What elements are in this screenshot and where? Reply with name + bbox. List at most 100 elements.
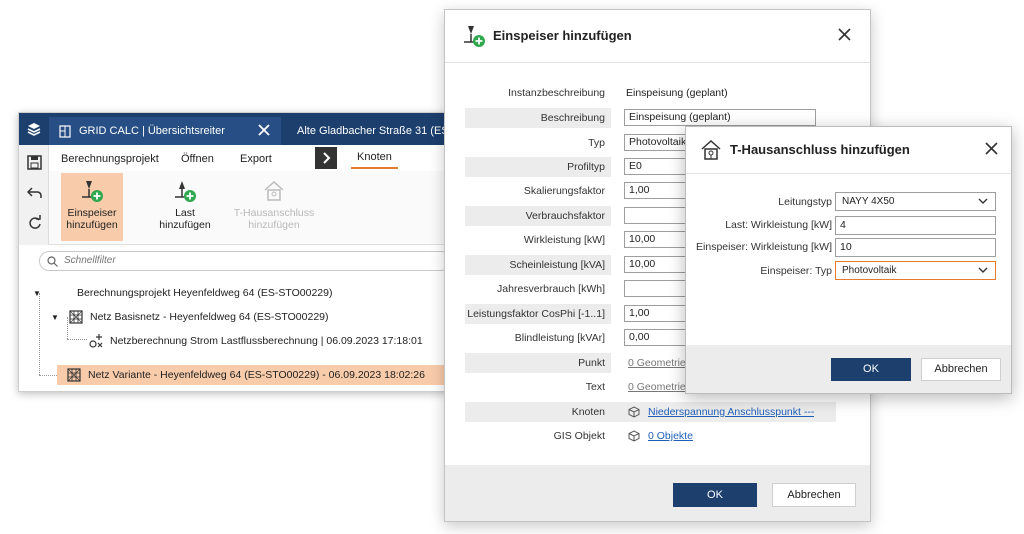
dialog-header: Einspeiser hinzufügen [445,10,870,62]
field-label: Beschreibung [465,108,611,128]
dialog-title: Einspeiser hinzufügen [493,28,632,43]
select-value: NAYY 4X50 [842,196,895,207]
chevron-down-icon [978,267,988,273]
app-window: GRID CALC | Übersichtsreiter Alte Gladba… [18,112,450,392]
cosphi-input[interactable]: 1,00 [624,305,694,322]
refresh-icon[interactable] [27,215,42,230]
save-icon[interactable] [27,155,42,170]
cube-icon [628,430,640,442]
einspeiser-wirkleistung-input[interactable]: 10 [835,238,996,257]
tab-address[interactable]: Alte Gladbacher Straße 31 (ES-... [281,117,449,145]
add-house-connection-button[interactable]: T-Hausanschluss hinzufügen [229,173,319,241]
ok-button[interactable]: OK [673,483,757,507]
tree-node-variante[interactable]: Netz Variante - Heyenfeldweg 64 (ES-STO0… [57,365,449,385]
grid-net-icon [69,310,83,324]
expand-arrow-icon[interactable]: ▼ [33,289,43,298]
menu-knoten[interactable]: Knoten [351,151,398,169]
ribbon-label: hinzufügen [159,219,211,231]
filter-placeholder: Schnellfilter [64,255,116,266]
cube-icon [628,406,640,418]
field-label: Wirkleistung [kW] [523,234,605,246]
load-add-icon [175,181,196,202]
field-label: Last: Wirkleistung [kW] [725,219,832,231]
add-house-connection-dialog: T-Hausanschluss hinzufügen Leitungstyp N… [685,126,1012,394]
menu-berechnungsprojekt[interactable]: Berechnungsprojekt [61,153,159,165]
dialog-footer: OK Abbrechen [445,465,870,521]
feeder-add-icon [82,181,103,202]
jahresverbrauch-input[interactable] [624,280,694,297]
quick-access-toolbar [19,145,49,245]
ribbon-label: hinzufügen [248,219,300,231]
tree-node-project[interactable]: ▼ Berechnungsprojekt Heyenfeldweg 64 (ES… [33,283,332,303]
ribbon-label: Last [175,207,195,219]
house-connection-icon [264,180,284,201]
project-tree: ▼ Berechnungsprojekt Heyenfeldweg 64 (ES… [19,279,449,391]
einspeiser-typ-select[interactable]: Photovoltaik [835,261,996,280]
scheinleistung-input[interactable]: 10,00 [624,256,694,273]
field-label: Leistungsfaktor CosPhi [-1..1] [465,304,611,324]
gis-objekt-link[interactable]: 0 Objekte [648,426,693,446]
field-label: Text [585,381,605,393]
tree-label: Netz Basisnetz - Heyenfeldweg 64 (ES-STO… [90,311,329,323]
ribbon: Einspeiser hinzufügen Last hinzufügen T-… [49,171,449,245]
verbrauchsfaktor-input[interactable] [624,207,694,224]
tree-label: Netzberechnung Strom Lastflussberechnung… [110,335,423,347]
add-load-button[interactable]: Last hinzufügen [153,173,217,241]
field-label: Einspeiser: Typ [760,265,832,277]
leitungstyp-select[interactable]: NAYY 4X50 [835,192,996,211]
field-label: Skalierungsfaktor [523,185,605,197]
quick-filter-input[interactable]: Schnellfilter [39,251,449,271]
tree-label: Berechnungsprojekt Heyenfeldweg 64 (ES-S… [77,287,333,299]
search-icon [47,256,58,267]
last-wirkleistung-input[interactable]: 4 [835,216,996,235]
chevron-down-icon [978,198,988,204]
close-tab-icon[interactable] [257,123,271,137]
tree-node-basisnetz[interactable]: ▼ Netz Basisnetz - Heyenfeldweg 64 (ES-S… [51,307,329,327]
menu-bar: Berechnungsprojekt Öffnen Export Knoten [49,147,449,171]
field-label: Blindleistung [kVAr] [514,332,605,344]
dialog-title: T-Hausanschluss hinzufügen [730,142,910,157]
field-label: Verbrauchsfaktor [465,206,611,226]
menu-export[interactable]: Export [240,153,272,165]
tree-label: Netz Variante - Heyenfeldweg 64 (ES-STO0… [88,369,425,381]
text-link[interactable]: 0 Geometrien [628,377,688,397]
grid-tab-icon [59,124,71,138]
menu-scroll-button[interactable] [315,147,337,169]
knoten-link[interactable]: Niederspannung Anschlusspunkt --- [648,402,814,422]
ribbon-label: hinzufügen [66,219,118,231]
ribbon-label: T-Hausanschluss [233,207,315,219]
house-connection-icon [701,139,721,160]
field-label: GIS Objekt [553,430,605,442]
tree-node-calculation[interactable]: Netzberechnung Strom Lastflussberechnung… [89,331,423,351]
field-label: Knoten [465,402,611,422]
calculation-icon [89,334,103,348]
add-feeder-button[interactable]: Einspeiser hinzufügen [61,173,123,241]
ok-button[interactable]: OK [831,358,911,381]
tab-label: GRID CALC | Übersichtsreiter [79,125,225,137]
grid-net-icon [67,368,81,382]
title-bar: GRID CALC | Übersichtsreiter Alte Gladba… [19,113,449,145]
dialog-body: Leitungstyp NAYY 4X50 Last: Wirkleistung… [686,173,1011,345]
field-value: Einspeisung (geplant) [626,87,728,99]
close-icon[interactable] [838,28,851,41]
expand-arrow-icon[interactable]: ▼ [51,313,61,322]
field-label: Leitungstyp [778,196,832,208]
wirkleistung-input[interactable]: 10,00 [624,231,694,248]
punkt-link[interactable]: 0 Geometrien [628,353,688,373]
beschreibung-input[interactable]: Einspeisung (geplant) [624,109,816,126]
cancel-button[interactable]: Abbrechen [772,483,856,507]
close-icon[interactable] [985,142,998,155]
tab-overview[interactable]: GRID CALC | Übersichtsreiter [49,117,281,145]
profiltyp-select[interactable]: E0 [624,158,694,175]
cancel-button[interactable]: Abbrechen [921,358,1001,381]
ribbon-label: Einspeiser [67,207,117,219]
feeder-add-icon [464,26,485,47]
blindleistung-input[interactable]: 0,00 [624,329,694,346]
skalierungsfaktor-input[interactable]: 1,00 [624,182,694,199]
dialog-footer: OK Abbrechen [686,345,1011,393]
typ-select[interactable]: Photovoltaik [624,134,694,151]
menu-oeffnen[interactable]: Öffnen [181,153,214,165]
field-label: Punkt [465,353,611,373]
undo-icon[interactable] [27,185,42,200]
chevron-right-icon [323,152,331,164]
